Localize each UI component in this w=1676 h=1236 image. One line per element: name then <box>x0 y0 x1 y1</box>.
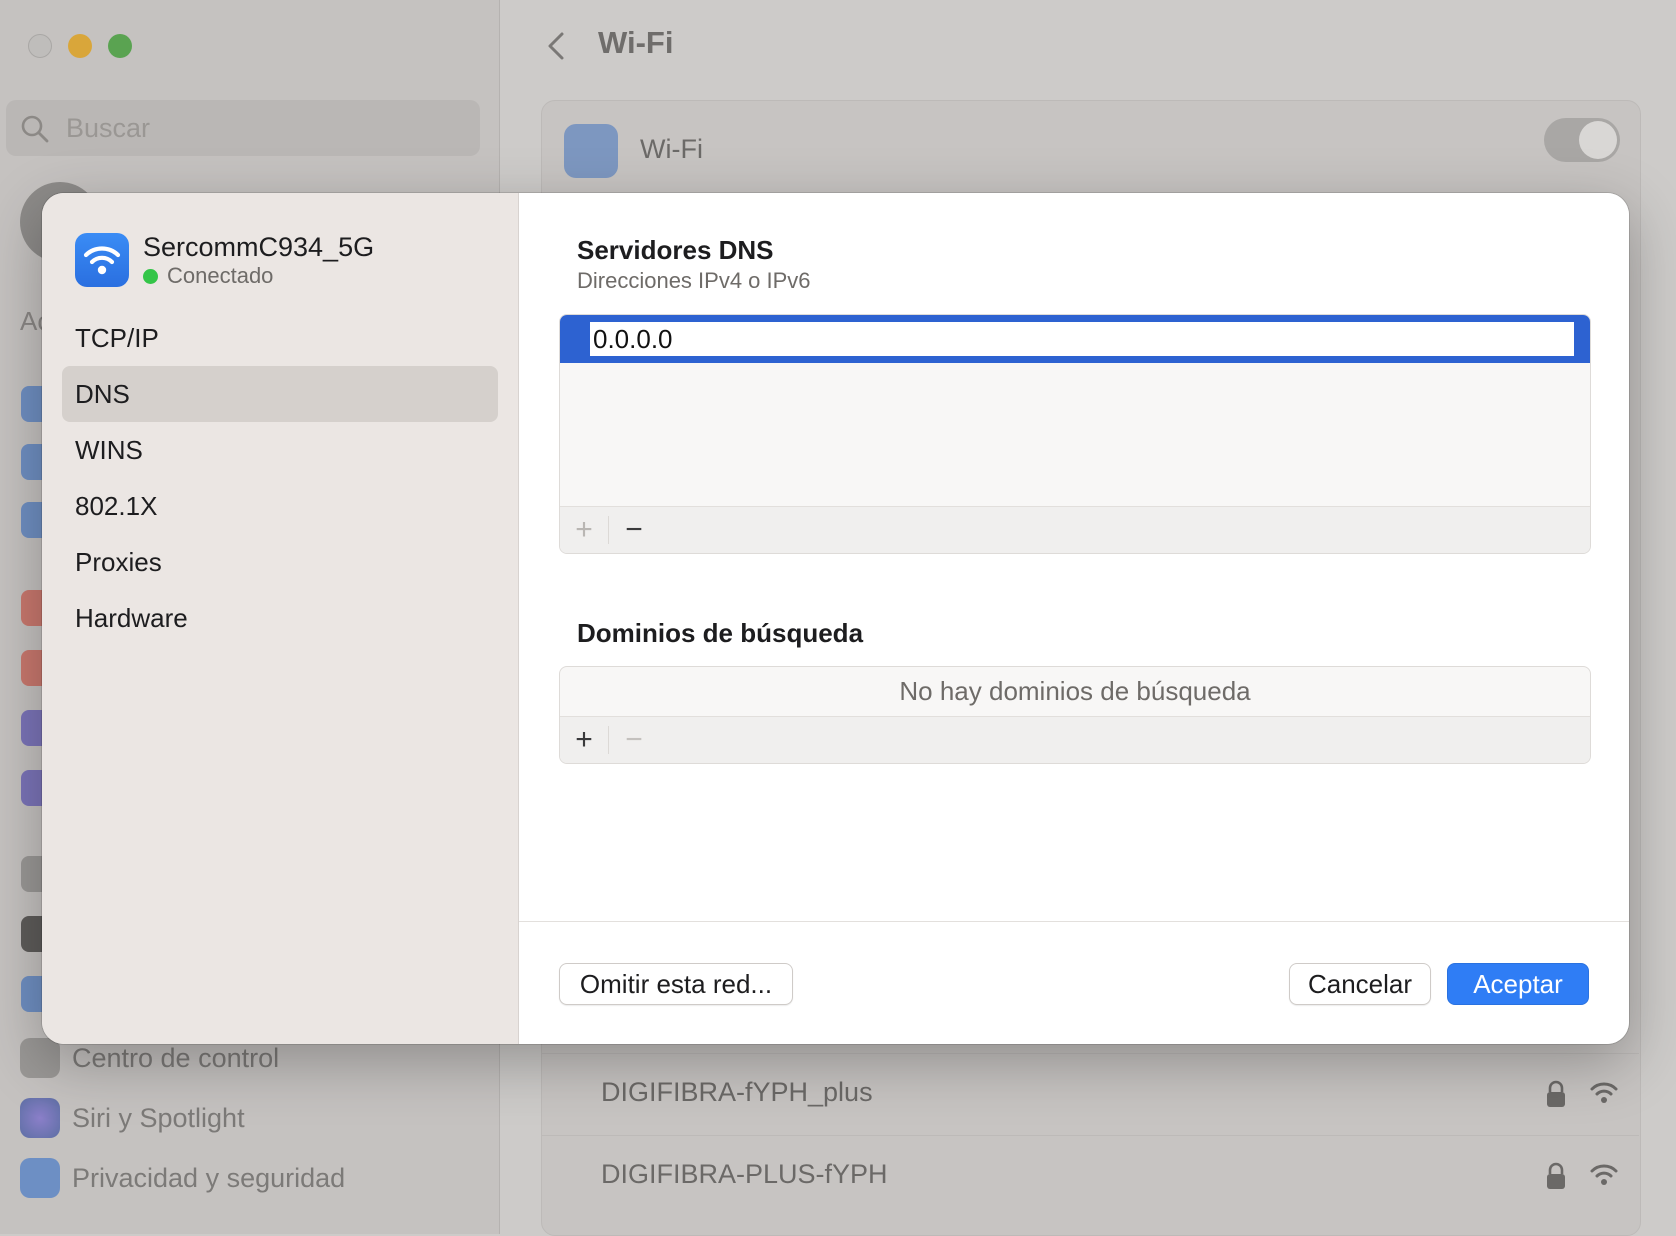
lock-icon <box>1547 1162 1565 1189</box>
search-domains-list: No hay dominios de búsqueda + − <box>559 666 1591 764</box>
search-placeholder: Buscar <box>66 113 151 143</box>
siri-icon <box>20 1098 60 1138</box>
tab-hardware[interactable]: Hardware <box>62 590 498 646</box>
hand-icon <box>20 1158 60 1198</box>
chevron-left-icon[interactable] <box>540 26 570 66</box>
sheet-nav: TCP/IP DNS WINS 802.1X Proxies Hardware <box>62 310 498 646</box>
close-window-button[interactable] <box>28 34 52 58</box>
network-row[interactable]: DIGIFIBRA-fYPH_plus <box>541 1053 1639 1134</box>
list-item[interactable] <box>560 315 1590 363</box>
search-domains-title: Dominios de búsqueda <box>577 618 864 648</box>
tab-dns[interactable]: DNS <box>62 366 498 422</box>
tab-tcpip[interactable]: TCP/IP <box>62 310 498 366</box>
empty-domains-label: No hay dominios de búsqueda <box>899 676 1251 706</box>
sheet-content: Servidores DNS Direcciones IPv4 o IPv6 +… <box>519 193 1629 1044</box>
tab-8021x[interactable]: 802.1X <box>62 478 498 534</box>
sidebar-item-control-center[interactable]: Centro de control <box>20 1038 279 1078</box>
dns-servers-title: Servidores DNS <box>577 235 774 265</box>
remove-domain-button[interactable]: − <box>610 717 658 763</box>
dns-servers-subtitle: Direcciones IPv4 o IPv6 <box>577 268 811 293</box>
separator <box>608 516 609 544</box>
tab-wins[interactable]: WINS <box>62 422 498 478</box>
add-dns-button[interactable]: + <box>560 507 608 553</box>
status-label: Conectado <box>167 263 274 288</box>
sidebar-item-privacy[interactable]: Privacidad y seguridad <box>20 1158 345 1198</box>
tab-proxies[interactable]: Proxies <box>62 534 498 590</box>
sidebar-item-label: Centro de control <box>72 1042 280 1073</box>
wifi-label: Wi-Fi <box>640 134 703 164</box>
footer-divider <box>519 921 1629 922</box>
network-name: SercommC934_5G <box>143 232 375 262</box>
network-name: DIGIFIBRA-PLUS-fYPH <box>601 1159 888 1189</box>
wifi-icon <box>564 124 618 178</box>
minimize-window-button[interactable] <box>68 34 92 58</box>
wifi-signal-icon <box>1590 1082 1618 1103</box>
list-footer: + − <box>560 716 1590 763</box>
network-row[interactable]: DIGIFIBRA-PLUS-fYPH <box>541 1135 1639 1216</box>
page-title: Wi-Fi <box>598 25 674 60</box>
dns-servers-list: + − <box>559 314 1591 554</box>
sheet-sidebar: SercommC934_5G Conectado TCP/IP DNS WINS… <box>42 193 519 1044</box>
control-center-icon <box>20 1038 60 1078</box>
network-status: Conectado <box>143 263 374 289</box>
separator <box>608 726 609 754</box>
sidebar-item-siri-spotlight[interactable]: Siri y Spotlight <box>20 1098 245 1138</box>
lock-icon <box>1547 1080 1565 1107</box>
zoom-window-button[interactable] <box>108 34 132 58</box>
network-details-sheet: SercommC934_5G Conectado TCP/IP DNS WINS… <box>42 193 1629 1044</box>
network-name: DIGIFIBRA-fYPH_plus <box>601 1077 873 1107</box>
wifi-signal-icon <box>1590 1164 1618 1185</box>
search-icon <box>21 115 49 143</box>
wifi-icon <box>75 233 129 287</box>
sidebar-item-label: Siri y Spotlight <box>72 1102 245 1133</box>
network-header: SercommC934_5G Conectado <box>75 233 374 289</box>
sidebar-item-label: Privacidad y seguridad <box>72 1162 346 1193</box>
ok-button[interactable]: Aceptar <box>1447 963 1589 1005</box>
wifi-toggle[interactable] <box>1544 118 1620 162</box>
status-dot-icon <box>143 268 158 284</box>
remove-dns-button[interactable]: − <box>610 507 658 553</box>
cancel-button[interactable]: Cancelar <box>1289 963 1431 1005</box>
list-footer: + − <box>560 506 1590 553</box>
forget-network-button[interactable]: Omitir esta red... <box>559 963 793 1005</box>
dns-server-input[interactable] <box>590 322 1574 356</box>
add-domain-button[interactable]: + <box>560 717 608 763</box>
search-field[interactable]: Buscar <box>6 100 480 156</box>
